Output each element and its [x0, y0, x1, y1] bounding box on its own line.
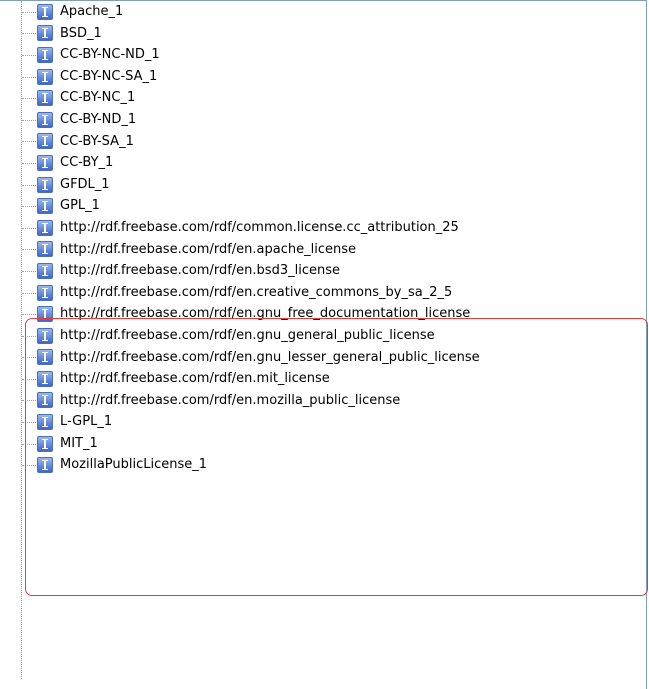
individual-icon [37, 198, 53, 215]
tree-connector [22, 33, 36, 35]
individual-icon [37, 219, 53, 236]
individual-icon [37, 176, 53, 193]
tree-item[interactable]: MIT_1 [0, 433, 646, 455]
individual-icon [37, 154, 53, 171]
tree-connector [22, 357, 36, 359]
individual-icon [37, 435, 53, 452]
tree-item[interactable]: CC-BY_1 [0, 152, 646, 174]
tree-item[interactable]: MozillaPublicLicense_1 [0, 454, 646, 476]
individual-icon [37, 90, 53, 107]
tree-item-label: GPL_1 [60, 198, 100, 214]
tree-item[interactable]: http://rdf.freebase.com/rdf/en.apache_li… [0, 239, 646, 261]
individual-icon [37, 3, 53, 20]
tree-connector [22, 98, 36, 100]
tree-connector [22, 162, 36, 164]
tree-item-label: GFDL_1 [60, 176, 110, 192]
tree-item-label: http://rdf.freebase.com/rdf/en.creative_… [60, 284, 453, 300]
individual-icon [37, 370, 53, 387]
tree-item[interactable]: CC-BY-NC-SA_1 [0, 66, 646, 88]
tree-connector [22, 378, 36, 380]
individual-icon [37, 68, 53, 85]
tree-item[interactable]: CC-BY-NC_1 [0, 87, 646, 109]
tree-item[interactable]: http://rdf.freebase.com/rdf/en.gnu_gener… [0, 325, 646, 347]
tree-connector [22, 270, 36, 272]
tree-item-label: CC-BY-NC-ND_1 [60, 47, 160, 63]
tree-item-label: MozillaPublicLicense_1 [60, 457, 208, 473]
tree-item-label: http://rdf.freebase.com/rdf/en.gnu_lesse… [60, 349, 480, 365]
tree-connector [22, 292, 36, 294]
tree-item[interactable]: BSD_1 [0, 23, 646, 45]
tree-connector [22, 76, 36, 78]
tree-connector [22, 227, 36, 229]
tree-item[interactable]: CC-BY-ND_1 [0, 109, 646, 131]
individual-icon [37, 349, 53, 366]
tree-panel: Apache_1 BSD_1 CC-BY-NC-ND_1 CC-BY-NC-SA… [0, 0, 648, 689]
tree-item-label: http://rdf.freebase.com/rdf/common.licen… [60, 219, 459, 235]
tree-item-label: http://rdf.freebase.com/rdf/en.mit_licen… [60, 371, 330, 387]
tree-item[interactable]: http://rdf.freebase.com/rdf/en.creative_… [0, 282, 646, 304]
tree-item-label: Apache_1 [60, 4, 124, 19]
tree-item-label: CC-BY-NC_1 [60, 90, 136, 106]
individual-icon [37, 414, 53, 431]
individual-icon [37, 46, 53, 63]
tree-connector [22, 443, 36, 445]
tree-item[interactable]: http://rdf.freebase.com/rdf/en.mit_licen… [0, 368, 646, 390]
tree-item-label: CC-BY-ND_1 [60, 111, 137, 127]
tree-item[interactable]: GFDL_1 [0, 174, 646, 196]
tree-item[interactable]: http://rdf.freebase.com/rdf/common.licen… [0, 217, 646, 239]
tree-connector [22, 206, 36, 208]
tree-connector [22, 335, 36, 337]
individual-icon [37, 25, 53, 42]
tree-item-label: MIT_1 [60, 435, 98, 451]
individual-icon [37, 262, 53, 279]
individual-icon [37, 327, 53, 344]
tree-connector [22, 54, 36, 56]
tree-item-label: http://rdf.freebase.com/rdf/en.gnu_gener… [60, 327, 435, 343]
individual-icon [37, 111, 53, 128]
tree-item-label: CC-BY-SA_1 [60, 133, 134, 149]
tree-item[interactable]: GPL_1 [0, 195, 646, 217]
tree-item-label: BSD_1 [60, 25, 102, 41]
tree-connector [22, 314, 36, 316]
tree-connector [22, 11, 36, 13]
tree-item-label: http://rdf.freebase.com/rdf/en.bsd3_lice… [60, 263, 340, 279]
tree-item-label: CC-BY_1 [60, 155, 114, 171]
tree-item[interactable]: CC-BY-NC-ND_1 [0, 44, 646, 66]
individual-icon [37, 284, 53, 301]
tree-item[interactable]: http://rdf.freebase.com/rdf/en.mozilla_p… [0, 390, 646, 412]
tree-item-label: http://rdf.freebase.com/rdf/en.gnu_free_… [60, 306, 471, 322]
tree-connector [22, 119, 36, 121]
tree-item[interactable]: http://rdf.freebase.com/rdf/en.gnu_free_… [0, 303, 646, 325]
tree-item[interactable]: http://rdf.freebase.com/rdf/en.gnu_lesse… [0, 347, 646, 369]
individual-icon [37, 133, 53, 150]
tree-item-label: CC-BY-NC-SA_1 [60, 68, 158, 84]
tree-item-label: L-GPL_1 [60, 414, 113, 430]
tree-item-label: http://rdf.freebase.com/rdf/en.apache_li… [60, 241, 356, 257]
tree-connector [22, 400, 36, 402]
individual-icon [37, 392, 53, 409]
individual-icon [37, 306, 53, 323]
tree-item[interactable]: CC-BY-SA_1 [0, 131, 646, 153]
individual-icon [37, 457, 53, 474]
tree-connector [22, 141, 36, 143]
individual-icon [37, 241, 53, 258]
tree-item[interactable]: L-GPL_1 [0, 411, 646, 433]
tree-connector [22, 249, 36, 251]
tree-connector [22, 422, 36, 424]
license-tree: Apache_1 BSD_1 CC-BY-NC-ND_1 CC-BY-NC-SA… [0, 1, 646, 476]
tree-connector [22, 465, 36, 467]
tree-connector [22, 184, 36, 186]
tree-item-label: http://rdf.freebase.com/rdf/en.mozilla_p… [60, 392, 401, 408]
tree-item[interactable]: http://rdf.freebase.com/rdf/en.bsd3_lice… [0, 260, 646, 282]
tree-item[interactable]: Apache_1 [0, 1, 646, 23]
